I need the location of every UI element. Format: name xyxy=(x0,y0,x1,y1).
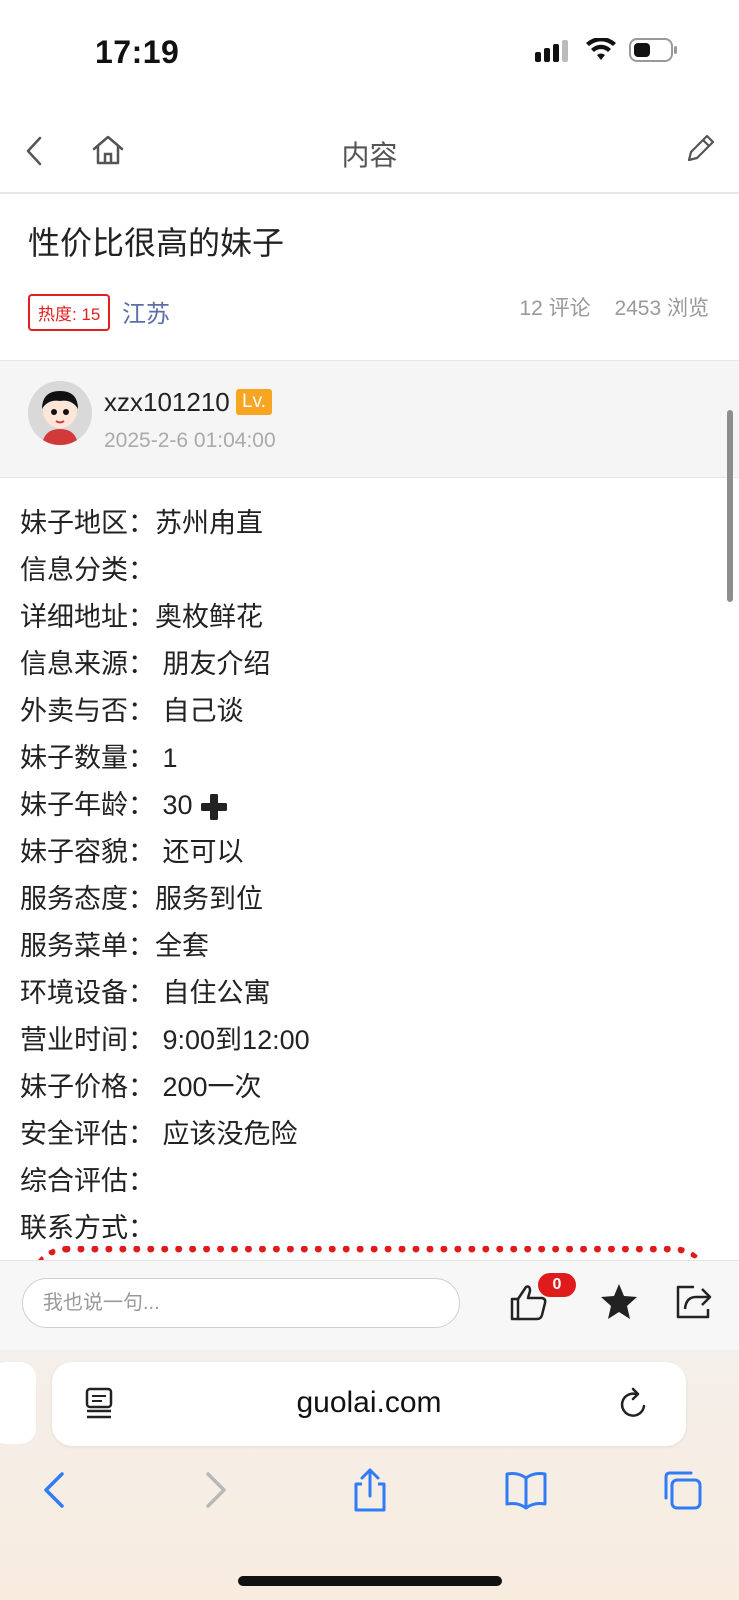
share-sheet-icon[interactable] xyxy=(348,1468,392,1512)
region-link[interactable]: 江苏 xyxy=(122,294,170,329)
content-line: 综合评估： xyxy=(20,1166,155,1196)
signal-icon xyxy=(535,40,568,62)
post-date: 2025-2-6 01:04:00 xyxy=(104,429,276,452)
post-stats: 12 评论 2453 浏览 xyxy=(501,292,709,322)
comment-bar: 我也说一句... 0 xyxy=(0,1260,739,1351)
bookmarks-icon[interactable] xyxy=(504,1468,548,1512)
content-line: 服务态度：服务到位 xyxy=(20,884,263,914)
content-line: 服务菜单：全套 xyxy=(20,931,209,961)
content-line: 外卖与否： 自己谈 xyxy=(20,696,244,726)
content-line: 环境设备： 自住公寓 xyxy=(20,978,271,1008)
content-line: 联系方式： xyxy=(20,1213,155,1243)
previous-tab-card[interactable] xyxy=(0,1362,36,1444)
heat-badge: 热度: 15 xyxy=(28,294,111,331)
plus-icon xyxy=(200,793,227,820)
level-badge: Lv. xyxy=(236,389,272,415)
like-count-badge: 0 xyxy=(538,1273,576,1297)
wifi-icon xyxy=(586,38,616,60)
content-line: 妹子地区：苏州甪直 xyxy=(20,508,263,538)
username[interactable]: xzx101210 xyxy=(104,387,230,418)
content-line: 详细地址：奥枚鲜花 xyxy=(20,602,263,632)
avatar-image xyxy=(28,381,92,445)
content-line: 信息分类： xyxy=(20,555,155,585)
age-text: 妹子年龄： 30 xyxy=(20,790,193,820)
star-icon[interactable] xyxy=(598,1281,640,1323)
home-indicator[interactable] xyxy=(238,1576,502,1586)
share-icon[interactable] xyxy=(672,1281,714,1323)
comment-input[interactable]: 我也说一句... xyxy=(22,1278,460,1328)
content-line: 安全评估： 应该没危险 xyxy=(20,1119,298,1149)
content-line: 妹子价格： 200一次 xyxy=(20,1072,262,1102)
comment-count: 12 评论 xyxy=(519,297,591,320)
avatar[interactable] xyxy=(28,381,92,445)
post-content: 妹子地区：苏州甪直 信息分类： 详细地址：奥枚鲜花 信息来源： 朋友介绍 外卖与… xyxy=(20,500,710,1252)
back-icon[interactable] xyxy=(34,1468,78,1512)
address-bar[interactable]: guolai.com xyxy=(52,1362,686,1446)
nav-bar: 内容 xyxy=(0,110,739,194)
scrollbar[interactable] xyxy=(727,410,733,602)
tabs-icon[interactable] xyxy=(660,1468,704,1512)
status-icons xyxy=(535,38,679,62)
content-line: 信息来源： 朋友介绍 xyxy=(20,649,271,679)
status-time: 17:19 xyxy=(95,34,180,70)
forward-icon[interactable] xyxy=(192,1468,236,1512)
pencil-icon[interactable] xyxy=(683,132,717,166)
page-title: 内容 xyxy=(341,140,398,171)
content-line-age: 妹子年龄： 30 xyxy=(20,782,710,829)
battery-icon xyxy=(629,38,677,62)
content-line: 营业时间： 9:00到12:00 xyxy=(20,1025,310,1055)
content-line: 妹子数量： 1 xyxy=(20,743,178,773)
view-count: 2453 浏览 xyxy=(614,297,709,320)
reload-icon[interactable] xyxy=(616,1386,650,1422)
post-title: 性价比很高的妹子 xyxy=(28,225,285,261)
author-block: xzx101210 Lv. 2025-2-6 01:04:00 xyxy=(0,360,739,478)
url-text[interactable]: guolai.com xyxy=(52,1386,686,1420)
browser-bottom-bar: guolai.com xyxy=(0,1350,739,1600)
content-line: 妹子容貌： 还可以 xyxy=(20,837,244,867)
